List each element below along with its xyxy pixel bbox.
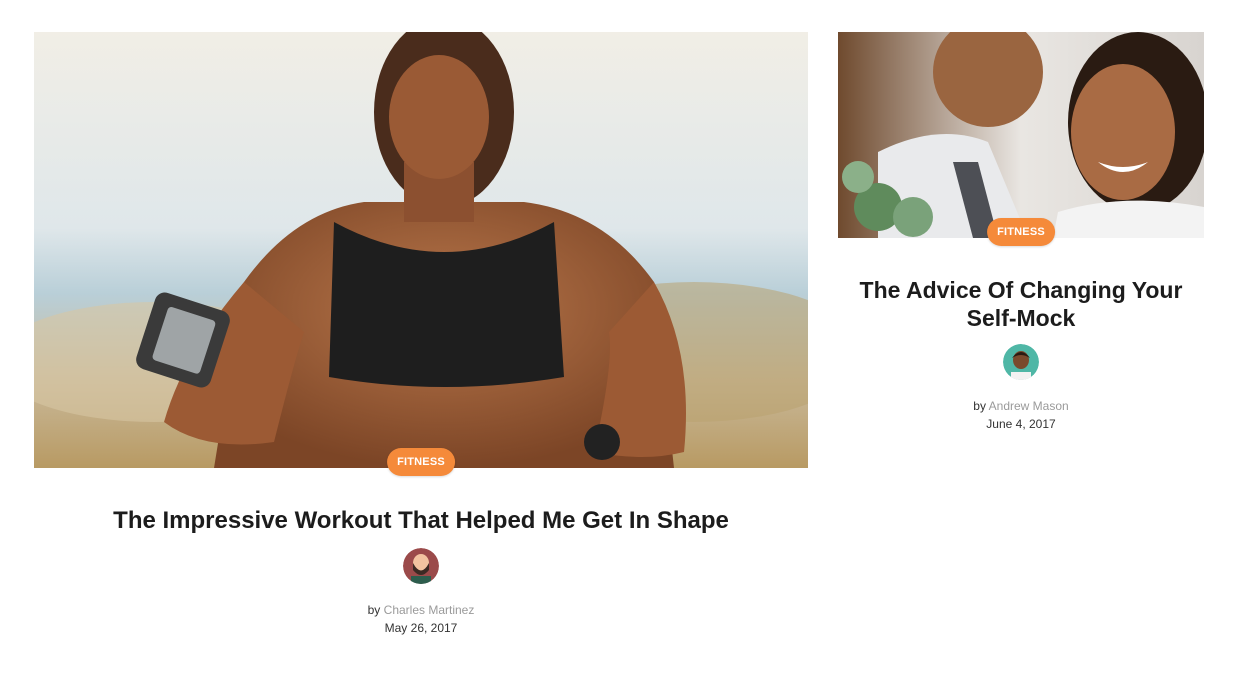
author-avatar-icon <box>403 548 439 584</box>
post-date: June 4, 2017 <box>986 417 1056 431</box>
byline-prefix: by <box>367 603 381 617</box>
category-badge[interactable]: FITNESS <box>987 218 1055 246</box>
author-avatar[interactable] <box>403 548 439 584</box>
post-card-side: FITNESS The Advice Of Changing Your Self… <box>838 32 1204 432</box>
post-image-couple[interactable] <box>838 32 1204 238</box>
author-avatar[interactable] <box>1003 344 1039 380</box>
post-image-container: FITNESS <box>838 32 1204 246</box>
post-card-featured: FITNESS The Impressive Workout That Help… <box>34 32 808 636</box>
post-title[interactable]: The Advice Of Changing Your Self-Mock <box>838 276 1204 332</box>
author-link[interactable]: Charles Martinez <box>384 603 475 617</box>
post-image-workout[interactable] <box>34 32 808 468</box>
author-avatar-icon <box>1003 344 1039 380</box>
post-title[interactable]: The Impressive Workout That Helped Me Ge… <box>34 506 808 536</box>
byline: by Charles Martinez <box>34 602 808 618</box>
post-date: May 26, 2017 <box>384 621 458 635</box>
byline: by Andrew Mason <box>838 398 1204 414</box>
post-image-container: FITNESS <box>34 32 808 476</box>
category-badge[interactable]: FITNESS <box>387 448 455 476</box>
byline-prefix: by <box>973 399 986 413</box>
author-link[interactable]: Andrew Mason <box>989 399 1069 413</box>
